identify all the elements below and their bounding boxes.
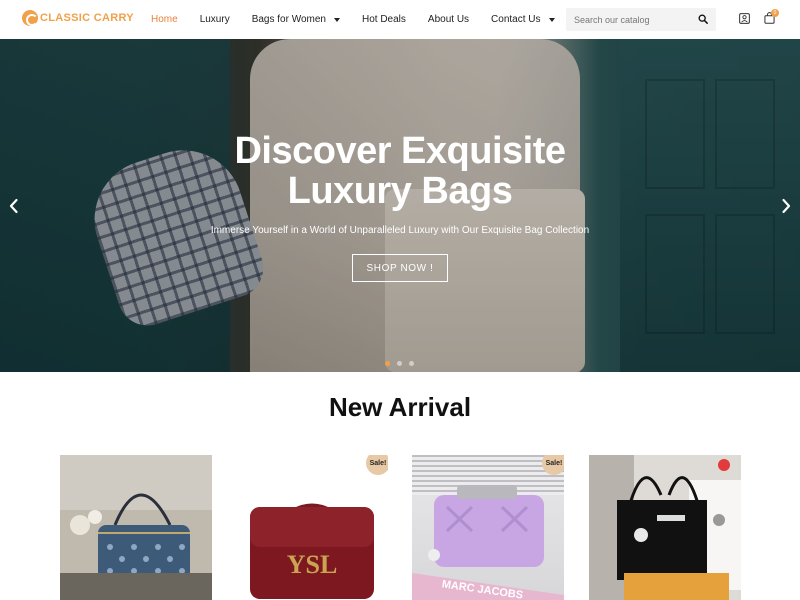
slider-dot[interactable]: [385, 361, 390, 366]
nav-hot-deals-label: Hot Deals: [362, 14, 406, 25]
site-header: CLASSIC CARRY Home Luxury Bags for Women…: [0, 0, 800, 39]
product-card[interactable]: [589, 455, 741, 600]
product-card[interactable]: [60, 455, 212, 600]
hero-title-line2: Luxury Bags: [287, 170, 513, 212]
product-card[interactable]: YSL Sale!: [236, 455, 388, 600]
chevron-down-icon: [334, 17, 340, 22]
nav-luxury[interactable]: Luxury: [200, 14, 230, 25]
nav-about-us[interactable]: About Us: [428, 14, 469, 25]
search-input[interactable]: [566, 14, 691, 25]
slider-dots: [385, 361, 421, 366]
product-image-versace-tote: [589, 455, 741, 600]
nav-contact-label: Contact Us: [491, 14, 541, 25]
logo-icon: [22, 10, 38, 26]
new-arrival-heading: New Arrival: [328, 392, 472, 422]
hero-banner: Discover Exquisite Luxury Bags Immerse Y…: [0, 39, 800, 372]
cart-count-badge: 0: [771, 9, 779, 17]
product-image-ysl-bag: YSL: [236, 455, 388, 600]
logo-text: CLASSIC CARRY: [40, 12, 134, 24]
hero-subtitle: Immerse Yourself in a World of Unparalle…: [210, 225, 590, 236]
logo[interactable]: CLASSIC CARRY: [22, 10, 134, 26]
nav-bags-label: Bags for Women: [251, 14, 326, 25]
nav-contact-us[interactable]: Contact Us: [491, 14, 555, 25]
slider-dot[interactable]: [409, 361, 414, 366]
sale-badge: Sale!: [366, 455, 388, 475]
nav-luxury-label: Luxury: [199, 14, 230, 25]
product-card[interactable]: MARC JACOBS Sale!: [412, 455, 564, 600]
nav-home[interactable]: Home: [151, 14, 178, 25]
main-nav: Home Luxury Bags for Women Hot Deals Abo…: [151, 0, 577, 39]
slider-dot[interactable]: [397, 361, 402, 366]
chevron-right-icon[interactable]: [780, 198, 792, 214]
nav-hot-deals[interactable]: Hot Deals: [362, 14, 406, 25]
hero-title: Discover Exquisite Luxury Bags: [0, 131, 800, 211]
chevron-down-icon: [548, 17, 555, 22]
sale-badge: Sale!: [542, 455, 564, 475]
product-image-marc-jacobs-bag: MARC JACOBS: [412, 485, 564, 600]
hero-title-line1: Discover Exquisite: [234, 130, 566, 172]
svg-text:YSL: YSL: [287, 550, 338, 579]
chevron-left-icon[interactable]: [8, 198, 20, 214]
search-icon[interactable]: [698, 14, 708, 24]
nav-bags-for-women[interactable]: Bags for Women: [252, 14, 340, 25]
shop-now-button[interactable]: SHOP NOW !: [352, 254, 448, 282]
nav-about-label: About Us: [427, 14, 470, 25]
product-image-tory-bag: [60, 455, 212, 600]
user-account-icon[interactable]: [739, 13, 750, 24]
nav-home-label: Home: [151, 14, 178, 25]
search-box: [566, 8, 716, 31]
